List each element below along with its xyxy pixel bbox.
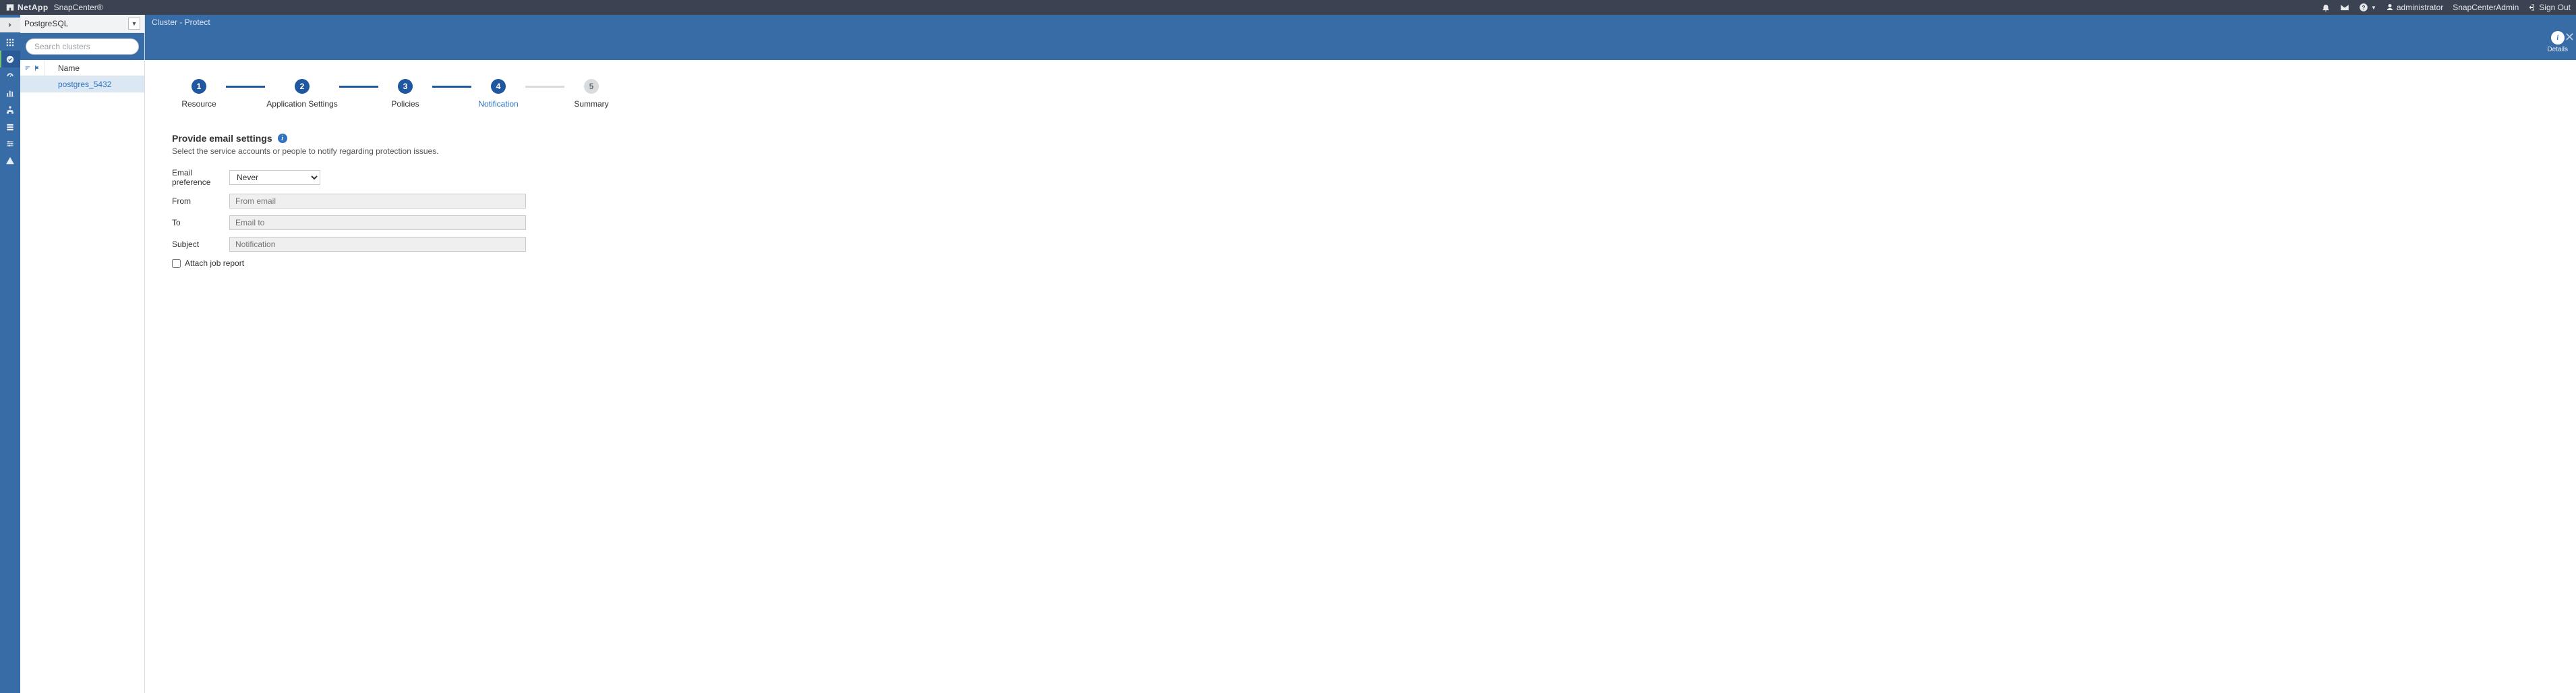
form-subtext: Select the service accounts or people to…: [172, 146, 550, 156]
nav-monitor[interactable]: [0, 67, 20, 84]
info-icon[interactable]: i: [278, 134, 287, 143]
plugin-selected: PostgreSQL: [24, 19, 125, 28]
signout-label: Sign Out: [2539, 3, 2571, 12]
step-appsettings[interactable]: 2 Application Settings: [265, 79, 339, 109]
form-heading: Provide email settings i: [172, 133, 550, 144]
subject-input[interactable]: [229, 237, 526, 252]
user-name: administrator: [2397, 3, 2443, 12]
resource-sidebar: PostgreSQL ▼ Name postgres_5432: [20, 15, 145, 693]
resource-name: postgres_5432: [58, 80, 111, 89]
step-connector: [432, 86, 471, 88]
step-label: Policies: [391, 99, 419, 109]
breadcrumb-text: Cluster - Protect: [152, 18, 210, 27]
plugin-dropdown-button[interactable]: ▼: [128, 18, 140, 30]
step-notification[interactable]: 4 Notification: [471, 79, 525, 109]
svg-text:?: ?: [2362, 5, 2365, 11]
from-label: From: [172, 196, 229, 206]
step-policies[interactable]: 3 Policies: [378, 79, 432, 109]
product-name: SnapCenter®: [54, 3, 103, 12]
chart-icon: [5, 88, 15, 98]
nav-dashboard[interactable]: [0, 34, 20, 51]
search-input[interactable]: [26, 38, 139, 55]
step-label: Resource: [181, 99, 216, 109]
step-number: 2: [295, 79, 310, 94]
close-icon[interactable]: ✕: [2565, 31, 2575, 43]
step-connector: [339, 86, 378, 88]
step-number: 5: [584, 79, 599, 94]
plugin-selector: PostgreSQL ▼: [20, 15, 144, 33]
info-icon: i: [2551, 31, 2565, 45]
step-label: Application Settings: [266, 99, 337, 109]
content: 1 Resource 2 Application Settings 3 Poli…: [145, 60, 2576, 268]
details-label: Details: [2547, 46, 2568, 53]
user-icon: [2386, 3, 2394, 11]
step-label: Summary: [574, 99, 608, 109]
details-strip: i Details: [145, 30, 2576, 60]
step-connector: [525, 86, 564, 88]
attach-label: Attach job report: [185, 258, 244, 268]
topbar: NetApp SnapCenter® ? ▼ administrator Sna…: [0, 0, 2576, 15]
step-connector: [226, 86, 265, 88]
email-settings-form: Provide email settings i Select the serv…: [172, 133, 550, 268]
attach-report-checkbox[interactable]: [172, 259, 181, 268]
nav-settings[interactable]: [0, 135, 20, 152]
collapse-rail-button[interactable]: [0, 18, 20, 32]
row-email-preference: Email preference Never: [172, 168, 550, 187]
step-label: Notification: [478, 99, 518, 109]
form-heading-text: Provide email settings: [172, 133, 272, 144]
from-input[interactable]: [229, 194, 526, 209]
gauge-icon: [5, 72, 15, 81]
chevron-right-icon: [5, 20, 15, 30]
email-preference-select[interactable]: Never: [229, 170, 320, 185]
subject-label: Subject: [172, 240, 229, 249]
caret-down-icon: ▼: [2371, 5, 2376, 11]
search-wrap: [20, 33, 144, 60]
sitemap-icon: [5, 105, 15, 115]
bell-icon[interactable]: [2321, 3, 2331, 12]
check-shield-icon: [5, 55, 15, 64]
wizard: 1 Resource 2 Application Settings 3 Poli…: [172, 79, 2576, 109]
to-input[interactable]: [229, 215, 526, 230]
to-label: To: [172, 218, 229, 227]
step-resource[interactable]: 1 Resource: [172, 79, 226, 109]
grid-icon: [5, 38, 15, 47]
user-menu[interactable]: administrator: [2386, 3, 2443, 12]
signout-icon: [2528, 3, 2536, 11]
mail-icon[interactable]: [2340, 3, 2349, 12]
step-number: 3: [398, 79, 413, 94]
sort-asc-icon: [24, 65, 31, 72]
nav-hosts[interactable]: [0, 101, 20, 118]
sort-controls[interactable]: [20, 60, 45, 76]
resource-row[interactable]: postgres_5432: [20, 76, 144, 92]
row-to: To: [172, 215, 550, 230]
alert-icon: [5, 156, 15, 165]
brand-name: NetApp: [18, 3, 49, 12]
row-subject: Subject: [172, 237, 550, 252]
help-menu[interactable]: ? ▼: [2359, 3, 2376, 12]
nav-alerts[interactable]: [0, 152, 20, 169]
step-number: 1: [192, 79, 206, 94]
netapp-logo-icon: [5, 3, 15, 12]
pref-label: Email preference: [172, 168, 229, 187]
signout-button[interactable]: Sign Out: [2528, 3, 2571, 12]
column-name: Name: [45, 63, 80, 73]
storage-icon: [5, 122, 15, 132]
breadcrumb: Cluster - Protect: [145, 15, 2576, 30]
sidebar-columns: Name: [20, 60, 144, 76]
nav-reports[interactable]: [0, 84, 20, 101]
nav-storage[interactable]: [0, 118, 20, 135]
brand: NetApp SnapCenter®: [5, 3, 103, 12]
step-number: 4: [491, 79, 506, 94]
row-attach: Attach job report: [172, 258, 550, 268]
role-label[interactable]: SnapCenterAdmin: [2453, 3, 2519, 12]
flag-icon: [34, 65, 40, 72]
nav-rail: [0, 15, 20, 693]
sliders-icon: [5, 139, 15, 148]
row-from: From: [172, 194, 550, 209]
nav-resources[interactable]: [0, 51, 20, 67]
main: Cluster - Protect ✕ i Details 1 Resource…: [145, 15, 2576, 693]
step-summary[interactable]: 5 Summary: [564, 79, 618, 109]
